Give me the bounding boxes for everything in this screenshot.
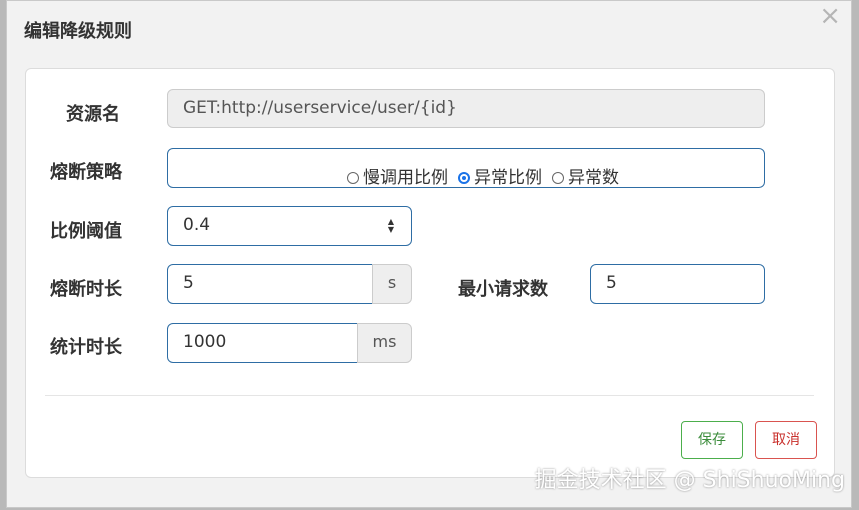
ratio-value: 0.4	[183, 215, 211, 235]
strategy-label: 熔断策略	[50, 162, 122, 183]
modal-title: 编辑降级规则	[24, 21, 132, 42]
radio-exception-ratio[interactable]: 异常比例	[458, 160, 542, 196]
ratio-input[interactable]: 0.4 ▲ ▼	[167, 206, 412, 246]
stat-duration-unit: ms	[357, 323, 412, 363]
stat-duration-label: 统计时长	[50, 337, 122, 358]
save-button[interactable]: 保存	[681, 421, 743, 459]
stat-duration-input[interactable]: 1000	[167, 323, 358, 363]
radio-checked-icon[interactable]	[458, 172, 470, 184]
radio-unchecked-icon[interactable]	[347, 172, 359, 184]
close-icon[interactable]: ×	[819, 3, 841, 29]
form-divider	[45, 395, 814, 396]
break-duration-label: 熔断时长	[50, 279, 122, 300]
resource-label: 资源名	[66, 104, 120, 125]
min-requests-input[interactable]: 5	[590, 264, 765, 304]
radio-exception-count[interactable]: 异常数	[552, 160, 619, 196]
radio-label: 异常数	[568, 168, 619, 188]
strategy-radio-group: 慢调用比例 异常比例 异常数	[167, 148, 765, 188]
radio-label: 异常比例	[474, 168, 542, 188]
resource-field: GET:http://userservice/user/{id}	[167, 89, 765, 128]
break-duration-unit: s	[372, 264, 412, 304]
cancel-button[interactable]: 取消	[755, 421, 817, 459]
watermark: 掘金技术社区 @ ShiShuoMing	[534, 468, 845, 493]
number-spinner[interactable]: ▲ ▼	[385, 218, 397, 234]
edit-degrade-rule-modal: 编辑降级规则 × 资源名 GET:http://userservice/user…	[6, 0, 852, 508]
radio-label: 慢调用比例	[363, 168, 448, 188]
ratio-label: 比例阈值	[50, 221, 122, 242]
spin-down-icon[interactable]: ▼	[388, 226, 394, 234]
break-duration-input[interactable]: 5	[167, 264, 373, 304]
radio-slow-call-ratio[interactable]: 慢调用比例	[347, 160, 448, 196]
form-panel: 资源名 GET:http://userservice/user/{id} 熔断策…	[25, 68, 835, 478]
radio-unchecked-icon[interactable]	[552, 172, 564, 184]
min-requests-label: 最小请求数	[458, 279, 548, 300]
